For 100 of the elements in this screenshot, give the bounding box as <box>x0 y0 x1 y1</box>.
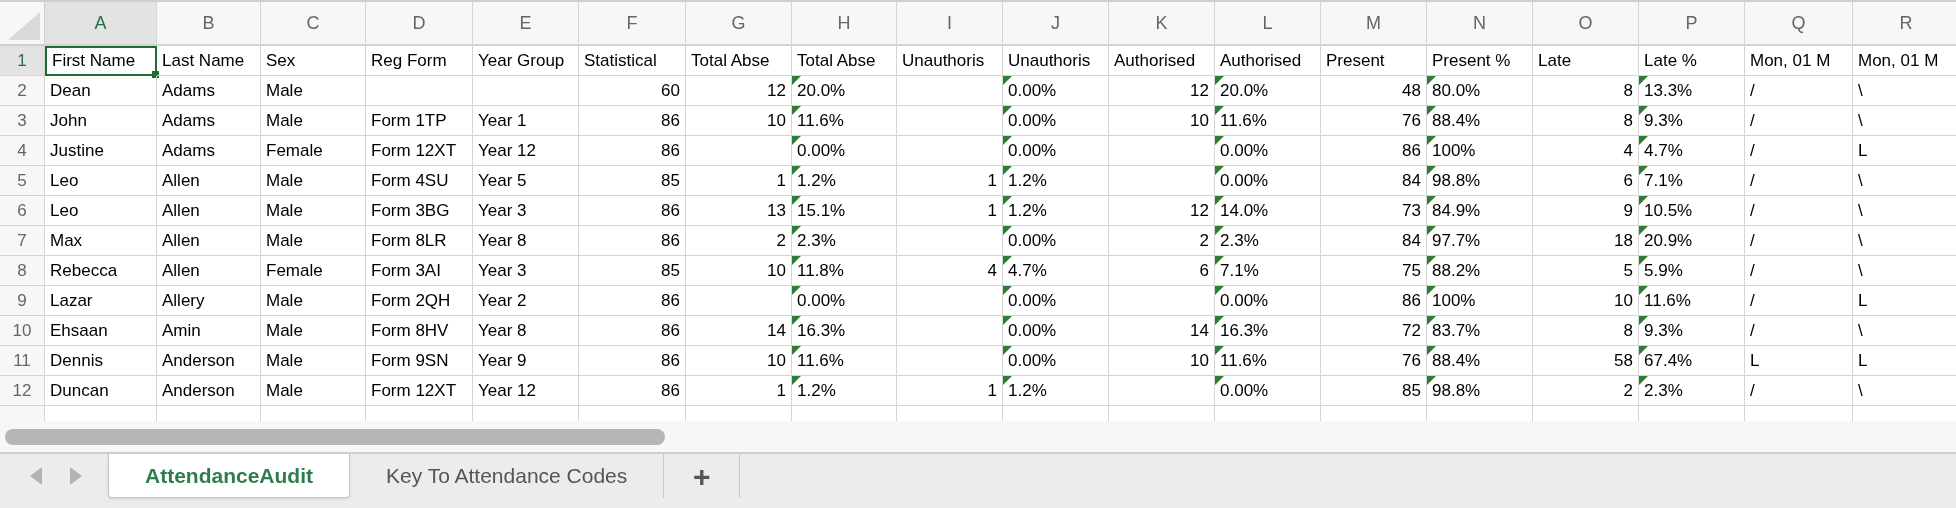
error-indicator-icon <box>1215 136 1224 145</box>
row-header[interactable]: 3 <box>0 106 45 136</box>
column-header[interactable]: E <box>473 2 579 46</box>
cell-text: Mon, 01 M <box>1858 49 1939 72</box>
cell-text: Form 3BG <box>371 199 450 222</box>
column-header[interactable]: C <box>261 2 366 46</box>
cell-text: Year 3 <box>478 259 527 282</box>
cell-text: 80.0% <box>1432 79 1481 102</box>
cell-text: 73 <box>1402 199 1421 222</box>
cell-text: \ <box>1858 259 1863 282</box>
error-indicator-icon <box>1215 346 1224 355</box>
cell-text: / <box>1750 169 1755 192</box>
column-header[interactable]: J <box>1003 2 1109 46</box>
cell-text: / <box>1750 319 1755 342</box>
cell-text: 14 <box>1190 319 1209 342</box>
sheet-tab[interactable]: AttendanceAudit <box>108 454 350 498</box>
cell-text: 67.4% <box>1644 349 1693 372</box>
column-header[interactable]: L <box>1215 2 1321 46</box>
column-header[interactable]: M <box>1321 2 1427 46</box>
cell-text: L <box>1858 139 1868 162</box>
cell-text: 2.3% <box>1644 379 1683 402</box>
cell-text: Male <box>266 169 303 192</box>
cell-text: 85 <box>661 259 680 282</box>
cell-text: 11.8% <box>797 259 844 282</box>
column-header[interactable]: F <box>579 2 686 46</box>
cell-text: 84 <box>1402 169 1421 192</box>
cell-text: 18 <box>1614 229 1633 252</box>
scrollbar-thumb[interactable] <box>5 428 665 445</box>
cell-text: L <box>1750 349 1760 372</box>
column-header[interactable]: A <box>45 2 157 46</box>
cell-text: Allen <box>162 169 200 192</box>
error-indicator-icon <box>1215 286 1224 295</box>
row-header[interactable]: 11 <box>0 346 45 376</box>
cell-text: 10 <box>1614 289 1633 312</box>
row-header[interactable]: 5 <box>0 166 45 196</box>
row-header[interactable] <box>0 406 45 421</box>
cell-text: \ <box>1858 229 1863 252</box>
cell-text: Male <box>266 79 303 102</box>
cell-text: 72 <box>1402 319 1421 342</box>
error-indicator-icon <box>1639 376 1648 385</box>
cell-text: 7.1% <box>1220 259 1259 282</box>
cell-text: 10 <box>767 349 786 372</box>
error-indicator-icon <box>1639 136 1648 145</box>
cell-text: 16.3% <box>1220 319 1269 342</box>
row-header[interactable]: 1 <box>0 46 45 76</box>
cell-text: Year 1 <box>478 109 527 132</box>
add-sheet-button[interactable]: + <box>664 454 741 498</box>
cell-text: Year 3 <box>478 199 527 222</box>
cell-text: / <box>1750 229 1755 252</box>
column-header[interactable]: D <box>366 2 473 46</box>
cell-text: 86 <box>1402 289 1421 312</box>
cell-text: 85 <box>1402 379 1421 402</box>
cell-text: 58 <box>1614 349 1633 372</box>
row-header[interactable]: 12 <box>0 376 45 406</box>
scroll-left-icon[interactable] <box>30 467 42 485</box>
row-header[interactable]: 4 <box>0 136 45 166</box>
cell-text: Leo <box>50 169 79 192</box>
error-indicator-icon <box>1003 76 1012 85</box>
cell-text: Unauthoris <box>1008 49 1091 72</box>
cell-text: 98.8% <box>1432 169 1481 192</box>
row-header[interactable]: 8 <box>0 256 45 286</box>
fill-handle[interactable] <box>152 71 159 78</box>
column-header[interactable]: G <box>686 2 792 46</box>
cell-text: Form 12XT <box>371 379 457 402</box>
cell-text: 10.5% <box>1644 199 1693 222</box>
column-header[interactable]: B <box>157 2 261 46</box>
cell-text: 97.7% <box>1432 229 1481 252</box>
column-header[interactable]: N <box>1427 2 1533 46</box>
column-header[interactable]: K <box>1109 2 1215 46</box>
cell-text: Male <box>266 199 303 222</box>
cell-text: 75 <box>1402 259 1421 282</box>
column-header[interactable]: H <box>792 2 897 46</box>
row-header[interactable]: 9 <box>0 286 45 316</box>
cell-text: 10 <box>1190 349 1209 372</box>
error-indicator-icon <box>1003 226 1012 235</box>
cell-text: 0.00% <box>1008 229 1057 252</box>
cell-text: 12 <box>1190 199 1209 222</box>
cell-text: 76 <box>1402 109 1421 132</box>
cell-text: 2.3% <box>1220 229 1259 252</box>
row-header[interactable]: 7 <box>0 226 45 256</box>
cell-text: L <box>1858 349 1868 372</box>
cell-text: 5 <box>1623 259 1633 282</box>
column-header[interactable]: P <box>1639 2 1745 46</box>
cell-text: 6 <box>1623 169 1633 192</box>
column-header[interactable]: O <box>1533 2 1639 46</box>
cell-text: 10 <box>767 109 786 132</box>
scroll-right-icon[interactable] <box>70 467 82 485</box>
cell-text: \ <box>1858 79 1863 102</box>
cell-text: Male <box>266 229 303 252</box>
column-header[interactable]: I <box>897 2 1003 46</box>
error-indicator-icon <box>1427 346 1436 355</box>
row-header[interactable]: 2 <box>0 76 45 106</box>
cell-text: 0.00% <box>1008 139 1057 162</box>
column-header[interactable]: R <box>1853 2 1956 46</box>
cell-text: Year 5 <box>478 169 527 192</box>
row-header[interactable]: 6 <box>0 196 45 226</box>
cell-text: 84.9% <box>1432 199 1481 222</box>
column-header[interactable]: Q <box>1745 2 1853 46</box>
sheet-tab[interactable]: Key To Attendance Codes <box>350 454 665 498</box>
row-header[interactable]: 10 <box>0 316 45 346</box>
